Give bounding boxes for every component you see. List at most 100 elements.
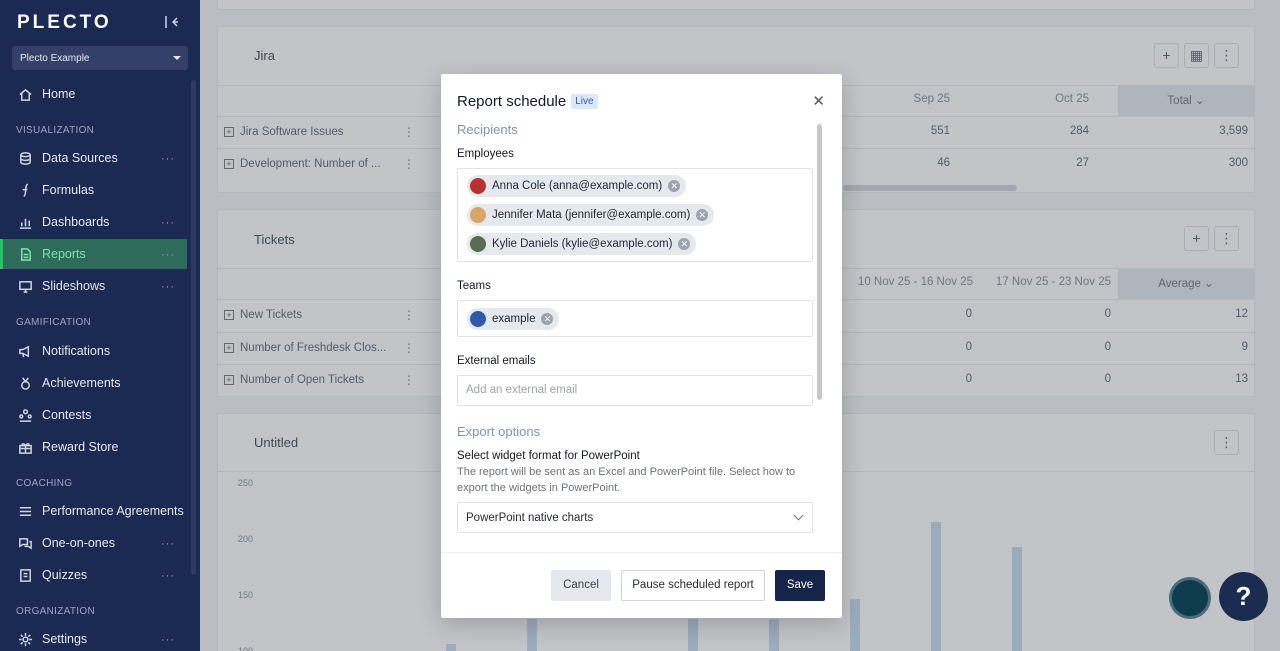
export-options-heading: Export options bbox=[457, 424, 541, 439]
organization-select[interactable]: Plecto Example bbox=[12, 46, 188, 70]
section-coaching: COACHING bbox=[16, 478, 73, 489]
sidebar-item-label: Data Sources bbox=[42, 151, 118, 165]
modal-body: Recipients Employees Anna Cole (anna@exa… bbox=[457, 120, 813, 540]
sidebar-item-contests[interactable]: Contests bbox=[0, 400, 187, 430]
sidebar-item-formulas[interactable]: Formulas bbox=[0, 175, 187, 205]
sidebar-item-reports[interactable]: Reports ··· bbox=[0, 239, 187, 269]
sidebar-item-one-on-ones[interactable]: One-on-ones ··· bbox=[0, 528, 187, 558]
section-gamification: GAMIFICATION bbox=[16, 317, 92, 328]
dashboard-icon bbox=[17, 214, 33, 230]
widget-format-help: The report will be sent as an Excel and … bbox=[457, 466, 796, 494]
list-icon bbox=[17, 503, 33, 519]
sidebar-item-label: One-on-ones bbox=[42, 536, 115, 550]
organization-select-value: Plecto Example bbox=[20, 53, 90, 64]
sidebar-item-label: Performance Agreements bbox=[42, 504, 184, 518]
megaphone-icon bbox=[17, 343, 33, 359]
close-icon[interactable]: ✕ bbox=[812, 92, 825, 110]
widget-format-value: PowerPoint native charts bbox=[466, 512, 594, 524]
sidebar-item-slideshows[interactable]: Slideshows ··· bbox=[0, 271, 187, 301]
chip-label: example bbox=[492, 313, 536, 325]
employee-chip: Kylie Daniels (kylie@example.com) ✕ bbox=[467, 233, 697, 255]
sidebar-item-label: Contests bbox=[42, 408, 92, 422]
sidebar: PLECTO Plecto Example Home VISUALIZATION… bbox=[0, 0, 200, 651]
chip-label: Jennifer Mata (jennifer@example.com) bbox=[492, 209, 691, 221]
sidebar-item-dashboards[interactable]: Dashboards ··· bbox=[0, 207, 187, 237]
more-icon[interactable]: ··· bbox=[161, 281, 175, 293]
chat-icon bbox=[17, 535, 33, 551]
save-button[interactable]: Save bbox=[775, 570, 825, 601]
medal-icon bbox=[17, 375, 33, 391]
chevron-down-icon bbox=[173, 56, 181, 60]
gear-icon bbox=[17, 631, 33, 647]
modal-title-text: Report schedule bbox=[457, 93, 567, 110]
sidebar-item-home[interactable]: Home bbox=[0, 79, 187, 109]
help-button[interactable]: ? bbox=[1219, 572, 1268, 621]
external-email-placeholder: Add an external email bbox=[466, 384, 578, 396]
pause-scheduled-report-button[interactable]: Pause scheduled report bbox=[621, 570, 765, 601]
team-chip: example ✕ bbox=[467, 308, 560, 330]
employees-field[interactable]: Anna Cole (anna@example.com) ✕ Jennifer … bbox=[457, 168, 813, 262]
remove-chip-icon[interactable]: ✕ bbox=[668, 180, 681, 192]
employee-chip: Jennifer Mata (jennifer@example.com) ✕ bbox=[467, 204, 715, 226]
sidebar-item-label: Achievements bbox=[42, 376, 121, 390]
more-icon[interactable]: ··· bbox=[161, 570, 175, 582]
remove-chip-icon[interactable]: ✕ bbox=[678, 238, 691, 250]
sidebar-item-data-sources[interactable]: Data Sources ··· bbox=[0, 143, 187, 173]
more-icon[interactable]: ··· bbox=[161, 153, 175, 165]
report-schedule-modal: Report schedule Live ✕ Recipients Employ… bbox=[441, 74, 842, 618]
widget-format-select[interactable]: PowerPoint native charts bbox=[457, 502, 813, 533]
sidebar-item-label: Home bbox=[42, 87, 76, 101]
modal-footer-divider bbox=[441, 552, 842, 553]
sidebar-item-label: Reports bbox=[42, 247, 86, 261]
sidebar-item-label: Reward Store bbox=[42, 440, 119, 454]
employee-chip: Anna Cole (anna@example.com) ✕ bbox=[467, 175, 687, 197]
external-emails-label: External emails bbox=[457, 355, 536, 367]
more-icon[interactable]: ··· bbox=[161, 217, 175, 229]
sidebar-item-label: Dashboards bbox=[42, 215, 110, 229]
widget-format-label: Select widget format for PowerPoint bbox=[457, 450, 640, 462]
more-icon[interactable]: ··· bbox=[161, 538, 175, 550]
modal-scrollbar[interactable] bbox=[817, 124, 822, 400]
avatar bbox=[470, 236, 486, 252]
status-badge: Live bbox=[571, 94, 598, 109]
chip-label: Kylie Daniels (kylie@example.com) bbox=[492, 238, 673, 250]
sidebar-item-notifications[interactable]: Notifications bbox=[0, 336, 187, 366]
function-icon bbox=[17, 182, 33, 198]
teams-label: Teams bbox=[457, 280, 491, 292]
report-icon bbox=[17, 246, 33, 262]
home-icon bbox=[17, 86, 33, 102]
team-avatar bbox=[470, 311, 486, 327]
sidebar-item-label: Formulas bbox=[42, 183, 95, 197]
employees-label: Employees bbox=[457, 148, 514, 160]
quiz-icon bbox=[17, 567, 33, 583]
sidebar-item-label: Slideshows bbox=[42, 279, 106, 293]
section-visualization: VISUALIZATION bbox=[16, 125, 95, 136]
collapse-sidebar-icon[interactable] bbox=[164, 14, 182, 32]
monitor-icon bbox=[17, 278, 33, 294]
sidebar-item-achievements[interactable]: Achievements bbox=[0, 368, 187, 398]
sidebar-item-quizzes[interactable]: Quizzes ··· bbox=[0, 560, 187, 590]
avatar bbox=[470, 178, 486, 194]
chevron-down-icon bbox=[793, 510, 804, 521]
sidebar-item-label: Quizzes bbox=[42, 568, 88, 582]
gift-icon bbox=[17, 439, 33, 455]
remove-chip-icon[interactable]: ✕ bbox=[696, 209, 709, 221]
section-organization: ORGANIZATION bbox=[16, 606, 95, 617]
remove-chip-icon[interactable]: ✕ bbox=[541, 313, 554, 325]
assistant-avatar-button[interactable] bbox=[1169, 577, 1211, 619]
external-email-input[interactable]: Add an external email bbox=[457, 375, 813, 406]
sidebar-item-reward-store[interactable]: Reward Store bbox=[0, 432, 187, 462]
avatar bbox=[470, 207, 486, 223]
modal-title: Report schedule Live bbox=[457, 93, 598, 110]
more-icon[interactable]: ··· bbox=[161, 249, 175, 261]
plecto-logo[interactable]: PLECTO bbox=[17, 12, 112, 34]
more-icon[interactable]: ··· bbox=[161, 634, 175, 646]
chip-label: Anna Cole (anna@example.com) bbox=[492, 180, 663, 192]
teams-field[interactable]: example ✕ bbox=[457, 300, 813, 337]
podium-icon bbox=[17, 407, 33, 423]
sidebar-item-settings[interactable]: Settings ··· bbox=[0, 624, 187, 651]
recipients-heading: Recipients bbox=[457, 122, 518, 137]
sidebar-item-performance-agreements[interactable]: Performance Agreements bbox=[0, 496, 187, 526]
cancel-button[interactable]: Cancel bbox=[551, 570, 611, 601]
sidebar-scrollbar[interactable] bbox=[191, 80, 196, 575]
